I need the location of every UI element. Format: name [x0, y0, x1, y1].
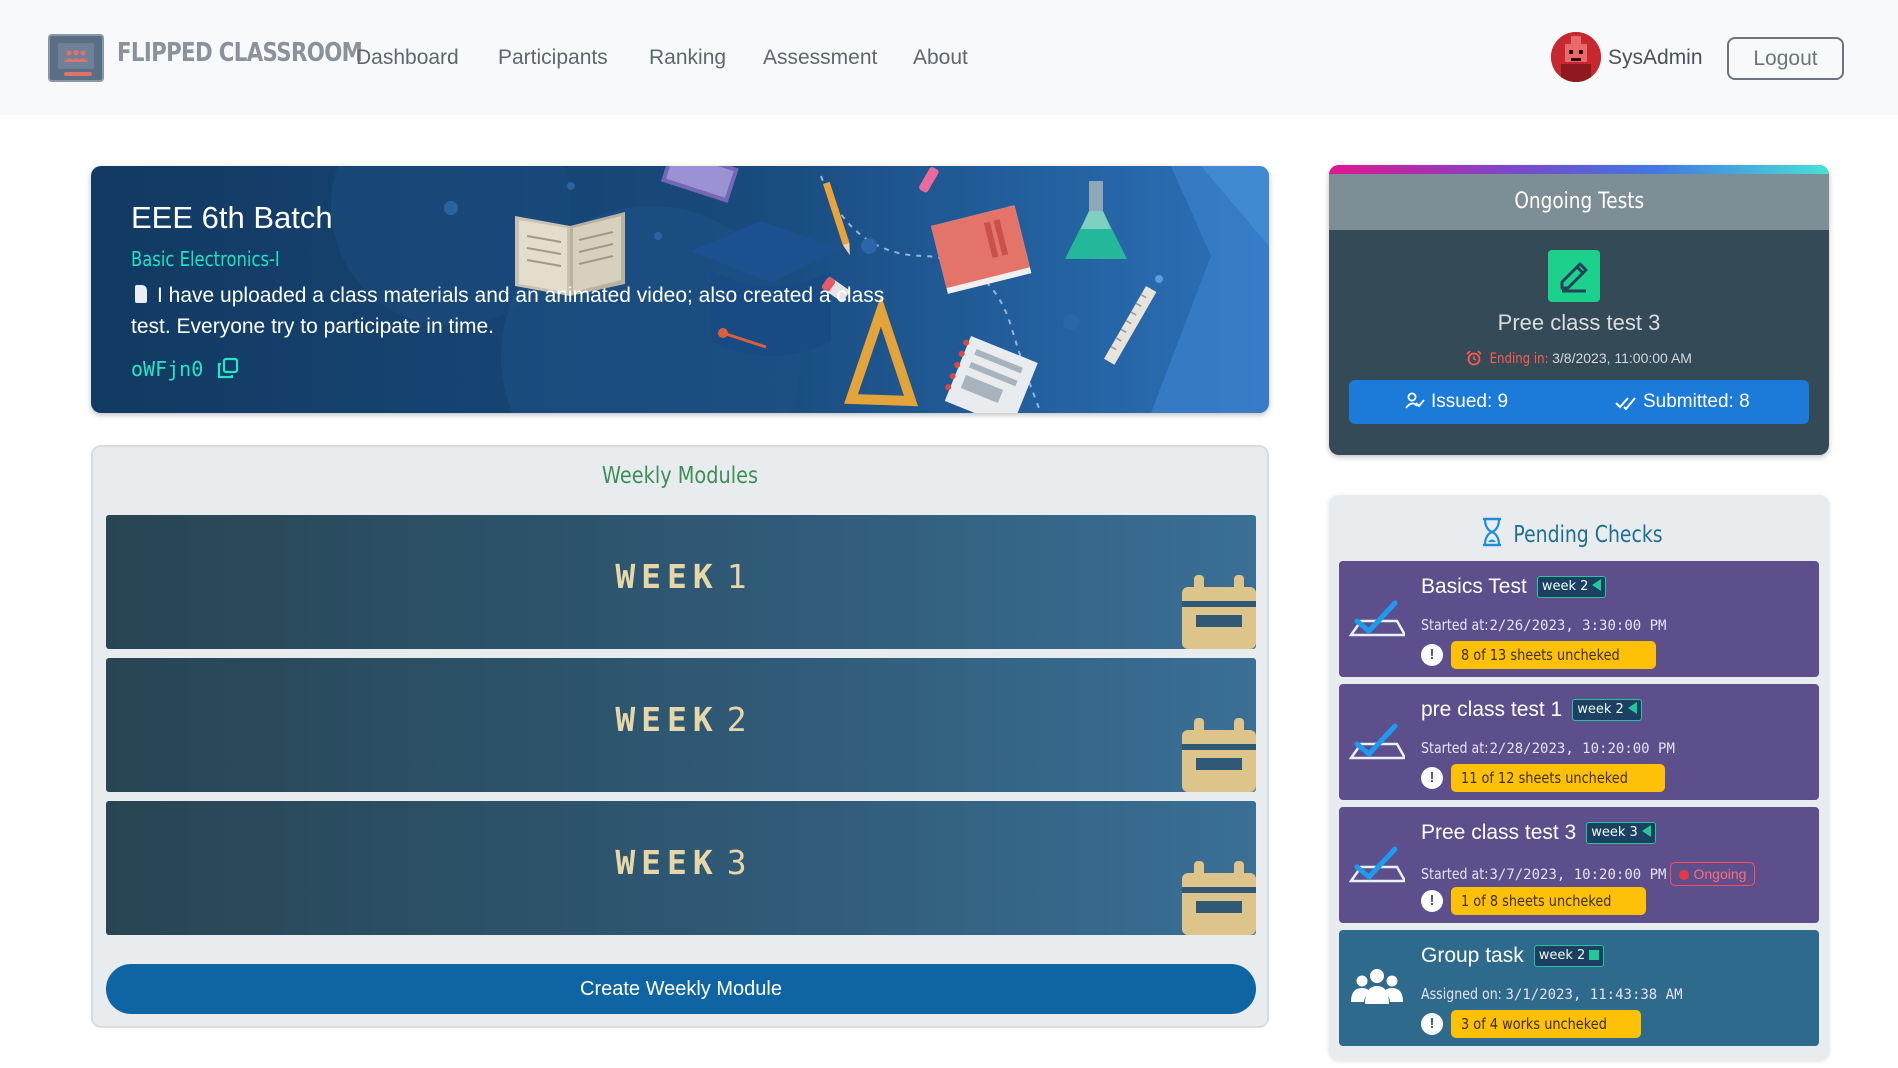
- alarm-icon: [1466, 350, 1482, 366]
- week-badge: week 2: [1536, 576, 1607, 598]
- ongoing-tests-panel: Ongoing Tests Pree class test 3 Ending i…: [1329, 165, 1829, 455]
- pencil-square-icon[interactable]: [1548, 250, 1600, 302]
- check-title: pre class test 1 week 2: [1421, 698, 1642, 722]
- avatar[interactable]: [1551, 32, 1601, 82]
- check-title: Basics Test week 2: [1421, 575, 1607, 599]
- play-reverse-icon: [1641, 825, 1651, 837]
- group-icon: [1351, 969, 1403, 1004]
- pending-check-item[interactable]: Basics Test week 2 Started at: 2/26/2023,…: [1339, 561, 1819, 677]
- week-badge: week 2: [1533, 945, 1605, 967]
- pending-check-item[interactable]: pre class test 1 week 2 Started at: 2/28/…: [1339, 684, 1819, 800]
- classroom-logo-icon[interactable]: [48, 34, 104, 82]
- logout-button[interactable]: Logout: [1727, 37, 1844, 80]
- ongoing-tests-header: Ongoing Tests: [1329, 174, 1829, 230]
- issued-stat: Issued: 9: [1405, 380, 1508, 424]
- started-at: Started at: 2/26/2023, 3:30:00 PM: [1421, 616, 1667, 634]
- navbar: FLIPPED CLASSROOM Dashboard Participants…: [0, 0, 1898, 115]
- play-reverse-icon: [1627, 702, 1637, 714]
- check-title: Pree class test 3 week 3: [1421, 821, 1656, 845]
- course-subtitle: Basic Electronics-I: [131, 247, 280, 271]
- course-banner: EEE 6th Batch Basic Electronics-I I have…: [91, 166, 1269, 413]
- exclamation-icon: !: [1421, 644, 1443, 666]
- unchecked-badge: 3 of 4 works uncheked: [1451, 1010, 1641, 1038]
- week-card-3[interactable]: WEEK 3: [106, 801, 1256, 935]
- started-at: Started at: 2/28/2023, 10:20:00 PM: [1421, 739, 1675, 757]
- double-check-icon: [1615, 397, 1636, 411]
- started-at: Started at: 3/7/2023, 10:20:00 PM Ongoing: [1421, 862, 1756, 886]
- week-label: WEEK 3: [615, 843, 747, 882]
- week-badge: week 2: [1572, 699, 1642, 721]
- ongoing-status-badge: Ongoing: [1670, 862, 1756, 886]
- class-code: oWFjn0: [131, 357, 204, 381]
- week-card-2[interactable]: WEEK 2: [106, 658, 1256, 792]
- pending-checks-panel: Pending Checks Basics Test week 2 Started…: [1329, 495, 1829, 1060]
- play-reverse-icon: [1592, 579, 1602, 591]
- week-badge: week 3: [1586, 822, 1656, 844]
- course-title: EEE 6th Batch: [131, 200, 333, 235]
- check-title: Group task week 2: [1421, 944, 1605, 968]
- exclamation-icon: !: [1421, 1013, 1443, 1035]
- create-weekly-module-button[interactable]: Create Weekly Module: [106, 964, 1256, 1014]
- ongoing-test-name[interactable]: Pree class test 3: [1329, 310, 1829, 336]
- nav-link-ranking[interactable]: Ranking: [649, 46, 726, 70]
- check-paper-icon: [1349, 600, 1405, 637]
- copy-icon[interactable]: [217, 357, 239, 379]
- assigned-on: Assigned on: 3/1/2023, 11:43:38 AM: [1421, 985, 1683, 1003]
- unchecked-badge: 1 of 8 sheets uncheked: [1451, 887, 1646, 915]
- week-label: WEEK 1: [615, 557, 747, 596]
- pending-checks-title: Pending Checks: [1329, 517, 1829, 548]
- stop-icon: [1589, 950, 1600, 960]
- username[interactable]: SysAdmin: [1608, 46, 1703, 70]
- unchecked-badge: 8 of 13 sheets uncheked: [1451, 641, 1656, 669]
- weekly-modules-panel: Weekly Modules WEEK 1 WEEK 2 WEEK 3 Create …: [91, 445, 1269, 1028]
- week-card-1[interactable]: WEEK 1: [106, 515, 1256, 649]
- check-paper-icon: [1349, 723, 1405, 760]
- gradient-strip: [1329, 165, 1829, 174]
- unchecked-badge: 11 of 12 sheets uncheked: [1451, 764, 1666, 792]
- calendar-icon: [1182, 718, 1256, 792]
- weekly-modules-title: Weekly Modules: [601, 463, 759, 489]
- test-stats-bar: Issued: 9 Submitted: 8: [1349, 380, 1809, 424]
- check-paper-icon: [1349, 846, 1405, 883]
- brand-name[interactable]: FLIPPED CLASSROOM: [117, 38, 363, 68]
- ending-time: Ending in: 3/8/2023, 11:00:00 AM: [1329, 350, 1829, 367]
- record-icon: [1679, 870, 1690, 880]
- pending-check-item[interactable]: Pree class test 3 week 3 Started at: 3/7/…: [1339, 807, 1819, 923]
- submitted-stat: Submitted: 8: [1615, 380, 1750, 424]
- announcement: I have uploaded a class materials and an…: [131, 280, 921, 342]
- exclamation-icon: !: [1421, 890, 1443, 912]
- exclamation-icon: !: [1421, 767, 1443, 789]
- week-label: WEEK 2: [615, 700, 747, 739]
- announcement-text: I have uploaded a class materials and an…: [131, 284, 885, 338]
- person-check-icon: [1405, 392, 1425, 409]
- hourglass-icon: [1483, 517, 1501, 547]
- nav-link-participants[interactable]: Participants: [498, 46, 608, 70]
- calendar-icon: [1182, 861, 1256, 935]
- pin-icon: [135, 285, 147, 303]
- nav-link-assessment[interactable]: Assessment: [763, 46, 877, 70]
- nav-link-dashboard[interactable]: Dashboard: [356, 46, 459, 70]
- calendar-icon: [1182, 575, 1256, 649]
- pending-check-item[interactable]: Group task week 2 Assigned on: 3/1/2023, …: [1339, 930, 1819, 1046]
- nav-link-about[interactable]: About: [913, 46, 968, 70]
